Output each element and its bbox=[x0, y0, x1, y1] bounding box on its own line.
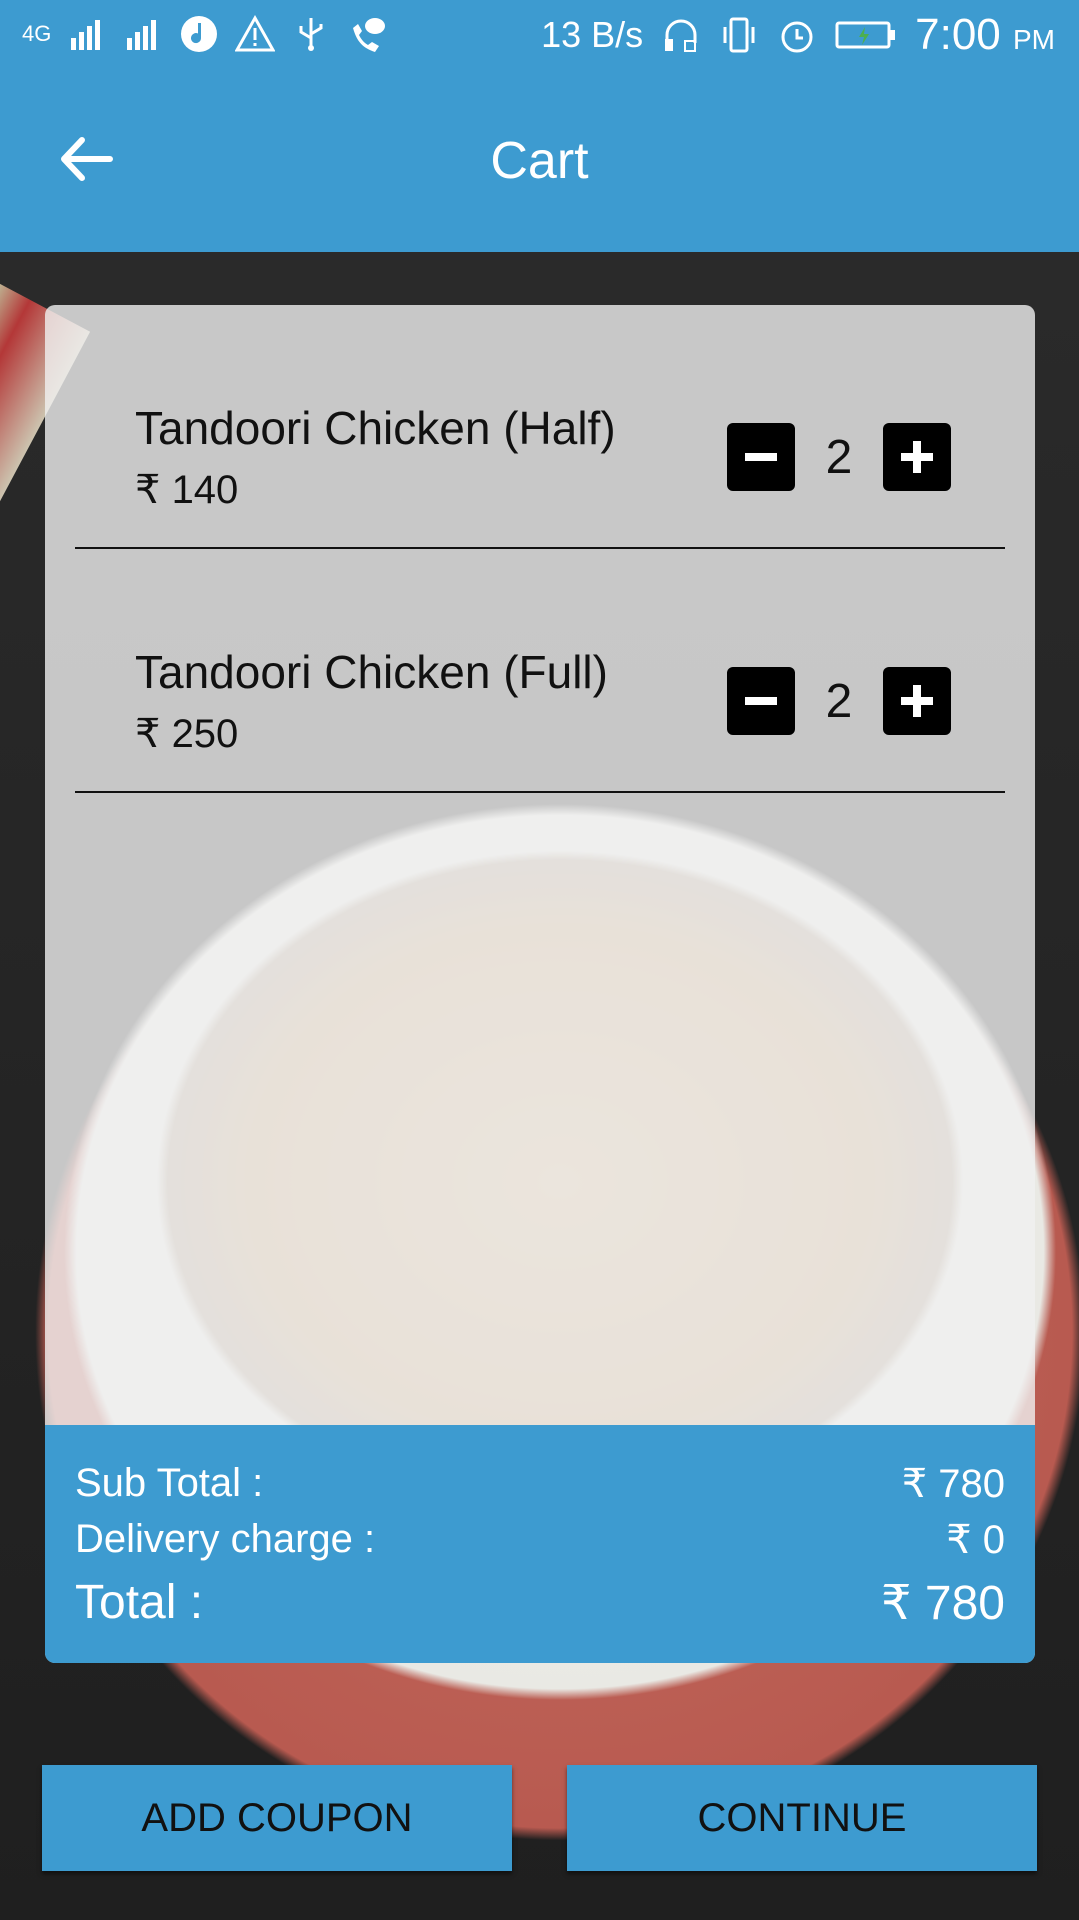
warning-icon bbox=[235, 14, 276, 52]
missed-call-icon bbox=[353, 18, 386, 52]
delivery-charge-value: ₹ 0 bbox=[946, 1518, 1005, 1562]
usb-icon bbox=[299, 18, 323, 51]
add-coupon-button[interactable]: ADD COUPON bbox=[42, 1765, 512, 1871]
subtotal-row: Sub Total : ₹ 780 bbox=[75, 1461, 1005, 1507]
status-right-icons: 13 B/s 7:00 PM bbox=[541, 10, 1055, 60]
cart-item: Tandoori Chicken (Full) ₹ 250 2 bbox=[75, 549, 1005, 793]
alarm-icon bbox=[781, 21, 813, 53]
quantity-value: 2 bbox=[825, 674, 853, 728]
cart-item: Tandoori Chicken (Half) ₹ 140 2 bbox=[75, 305, 1005, 549]
plus-icon bbox=[901, 441, 933, 473]
clock-ampm: PM bbox=[1013, 24, 1055, 55]
quantity-value: 2 bbox=[825, 430, 853, 484]
subtotal-label: Sub Total : bbox=[75, 1461, 264, 1505]
signal-icon bbox=[127, 20, 157, 50]
total-row: Total : ₹ 780 bbox=[75, 1575, 1005, 1631]
decrease-quantity-button[interactable] bbox=[727, 667, 795, 735]
battery-icon bbox=[835, 21, 896, 49]
subtotal-value: ₹ 780 bbox=[901, 1462, 1005, 1506]
quantity-stepper: 2 bbox=[727, 423, 951, 491]
headset-icon bbox=[665, 19, 697, 52]
cart-card: Tandoori Chicken (Half) ₹ 140 2 Tandoori… bbox=[45, 305, 1035, 1663]
decrease-quantity-button[interactable] bbox=[727, 423, 795, 491]
status-bar: 4G 13 B/s 7:00 PM bbox=[0, 0, 1079, 76]
delivery-charge-row: Delivery charge : ₹ 0 bbox=[75, 1517, 1005, 1563]
plus-icon bbox=[901, 685, 933, 717]
app-bar: Cart bbox=[0, 76, 1079, 252]
cart-item-price: ₹ 250 bbox=[135, 712, 239, 756]
music-icon bbox=[181, 16, 218, 52]
cart-item-name: Tandoori Chicken (Full) bbox=[135, 646, 608, 698]
network-type-label: 4G bbox=[22, 21, 52, 46]
total-label: Total : bbox=[75, 1576, 204, 1629]
continue-button[interactable]: CONTINUE bbox=[567, 1765, 1037, 1871]
page-title: Cart bbox=[490, 132, 589, 190]
cart-item-price: ₹ 140 bbox=[135, 468, 239, 512]
cart-items-list: Tandoori Chicken (Half) ₹ 140 2 Tandoori… bbox=[45, 305, 1035, 793]
total-value: ₹ 780 bbox=[881, 1577, 1005, 1630]
quantity-stepper: 2 bbox=[727, 667, 951, 735]
network-speed: 13 B/s bbox=[541, 14, 644, 55]
cart-item-name: Tandoori Chicken (Half) bbox=[135, 402, 616, 454]
increase-quantity-button[interactable] bbox=[883, 423, 951, 491]
minus-icon bbox=[745, 453, 777, 461]
vibrate-icon bbox=[723, 17, 755, 53]
minus-icon bbox=[745, 697, 777, 705]
increase-quantity-button[interactable] bbox=[883, 667, 951, 735]
clock: 7:00 PM bbox=[915, 10, 1055, 60]
signal-icon bbox=[71, 20, 101, 50]
delivery-charge-label: Delivery charge : bbox=[75, 1517, 376, 1561]
clock-time: 7:00 bbox=[915, 10, 1001, 59]
status-left-icons: 4G bbox=[22, 14, 387, 54]
order-summary: Sub Total : ₹ 780 Delivery charge : ₹ 0 … bbox=[45, 1425, 1035, 1663]
